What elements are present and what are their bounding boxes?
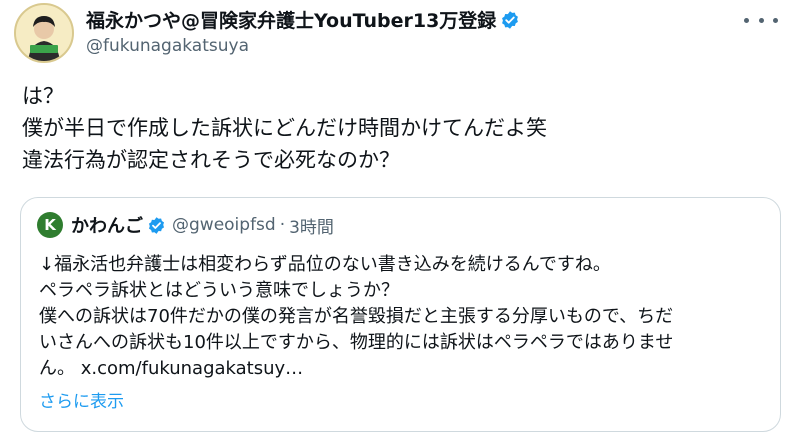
quoted-author-handle[interactable]: @gweoipfsd	[172, 215, 276, 235]
quoted-author-avatar[interactable]: K	[37, 212, 63, 238]
quoted-url-link[interactable]: x.com/fukunagakatsuy…	[81, 358, 303, 379]
show-more-link[interactable]: さらに表示	[39, 387, 124, 412]
quoted-tweet-header: K かわんご @gweoipfsd · 3時間	[37, 212, 334, 238]
more-dot	[773, 17, 778, 23]
tweet-line: 僕が半日で作成した訴状にどんだけ時間かけてんだよ笑	[22, 116, 547, 140]
separator-dot: ·	[279, 215, 286, 235]
quoted-line: いさんへの訴状も10件以上ですから、物理的には訴状はペラペラではありませ	[39, 332, 674, 353]
quoted-timestamp[interactable]: 3時間	[289, 213, 334, 238]
tweet-body: は？ 僕が半日で作成した訴状にどんだけ時間かけてんだよ笑 違法行為が認定されそう…	[22, 80, 547, 176]
verified-badge-icon	[147, 216, 166, 235]
verified-badge-icon	[500, 10, 520, 30]
quoted-line: ↓福永活也弁護士は相変わらず品位のない書き込みを続けるんですね。	[39, 254, 611, 275]
quoted-line-text: ん。	[39, 358, 75, 379]
author-handle[interactable]: @fukunagakatsuya	[86, 36, 249, 56]
quoted-line: 僕への訴状は70件だかの僕の発言が名誉毀損だと主張する分厚いもので、ちだ	[39, 306, 674, 327]
more-options-button[interactable]	[744, 10, 778, 30]
quoted-tweet-body: ↓福永活也弁護士は相変わらず品位のない書き込みを続けるんですね。 ペラペラ訴状と…	[39, 252, 769, 382]
quoted-author-name[interactable]: かわんご	[71, 212, 143, 238]
author-name-text: 福永かつや@冒険家弁護士YouTuber13万登録	[86, 10, 497, 32]
author-display-name[interactable]: 福永かつや@冒険家弁護士YouTuber13万登録	[86, 6, 520, 33]
tweet-line: 違法行為が認定されそうで必死なのか？	[22, 148, 400, 172]
more-horizontal-icon	[744, 17, 749, 23]
profile-avatar[interactable]	[14, 3, 74, 63]
quoted-line-last: ん。 x.com/fukunagakatsuy…	[39, 356, 769, 382]
quoted-tweet-card[interactable]: K かわんご @gweoipfsd · 3時間 ↓福永活也弁護士は相変わらず品位…	[20, 197, 781, 432]
quoted-line: ペラペラ訴状とはどういう意味でしょうか？	[39, 280, 399, 301]
tweet-line: は？	[22, 84, 64, 108]
more-dot	[758, 17, 764, 23]
